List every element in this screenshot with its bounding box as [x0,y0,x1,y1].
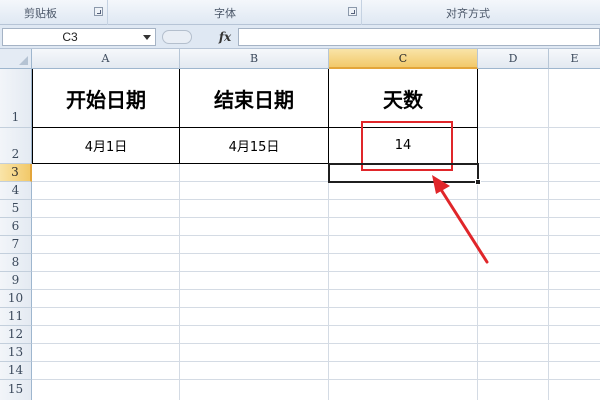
gridline [32,235,600,236]
row-header-13[interactable]: 13 [0,344,32,362]
gridline [32,343,600,344]
gridline [32,199,600,200]
clipboard-group-label: 剪贴板 [24,7,57,20]
gridline [478,127,600,128]
row-header-10[interactable]: 10 [0,290,32,308]
insert-function-icon[interactable]: fx [212,28,238,46]
name-box[interactable]: C3 [2,28,156,46]
row-header-9[interactable]: 9 [0,272,32,290]
ribbon-group-labels: 剪贴板 字体 对齐方式 [0,0,600,25]
cell-b1[interactable]: 结束日期 [180,69,329,128]
row-header-12[interactable]: 12 [0,326,32,344]
gridline [32,217,600,218]
column-header-d[interactable]: D [478,49,549,69]
row-header-8[interactable]: 8 [0,254,32,272]
fill-handle[interactable] [475,179,481,185]
row-header-5[interactable]: 5 [0,200,32,218]
font-dialog-launcher-icon[interactable] [348,7,357,16]
cell-b2[interactable]: 4月15日 [180,128,329,164]
row-header-1[interactable]: 1 [0,69,32,128]
clipboard-dialog-launcher-icon[interactable] [94,7,103,16]
select-all-corner[interactable] [0,49,32,69]
column-header-e[interactable]: E [549,49,600,69]
row-header-14[interactable]: 14 [0,362,32,380]
cell-a2[interactable]: 4月1日 [33,128,180,164]
cell-c1[interactable]: 天数 [329,69,478,128]
resize-handle-icon[interactable] [162,30,192,44]
gridline [478,163,600,164]
column-header-c[interactable]: C [329,49,478,69]
formula-input[interactable] [238,28,600,46]
alignment-group: 对齐方式 [362,0,600,25]
font-group: 字体 [108,0,362,25]
worksheet-grid[interactable]: A B C D E 1 2 3 4 5 6 7 8 9 10 11 12 13 … [0,49,600,400]
row-header-3[interactable]: 3 [0,164,32,182]
gridline [32,181,600,182]
row-header-4[interactable]: 4 [0,182,32,200]
gridline [32,289,600,290]
row-header-6[interactable]: 6 [0,218,32,236]
column-header-b[interactable]: B [180,49,329,69]
gridline [32,271,600,272]
chevron-down-icon[interactable] [143,35,151,40]
name-box-value: C3 [62,30,78,44]
row-header-11[interactable]: 11 [0,308,32,326]
formula-bar: C3 fx [0,25,600,49]
gridline [32,379,600,380]
column-header-a[interactable]: A [32,49,180,69]
active-cell-c3[interactable] [328,163,479,183]
font-group-label: 字体 [214,7,236,20]
gridline [32,325,600,326]
gridline [32,307,600,308]
row-header-7[interactable]: 7 [0,236,32,254]
gridline [32,253,600,254]
row-header-2[interactable]: 2 [0,128,32,164]
gridline [32,361,600,362]
cell-a1[interactable]: 开始日期 [33,69,180,128]
row-header-15[interactable]: 15 [0,380,32,400]
clipboard-group: 剪贴板 [0,0,108,25]
formula-bar-divider[interactable] [160,28,204,46]
alignment-group-label: 对齐方式 [446,7,490,20]
